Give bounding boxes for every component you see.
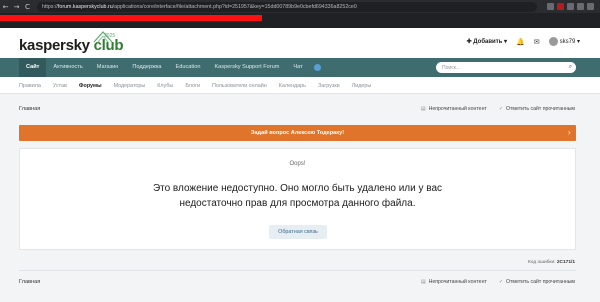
star-icon[interactable] [547,3,554,10]
user-bar: ✚ Добавить ▾ 🔔 ✉ sks79 ▾ [467,37,580,46]
avatar [548,37,558,46]
add-content-button[interactable]: ✚ Добавить ▾ [467,38,507,45]
forward-icon[interactable]: → [11,3,22,11]
footer-breadcrumb: Главная ▤ Непрочитанный контент ✓ Отметить… [19,276,575,288]
divider [19,270,576,271]
extension-icons [547,3,600,10]
contact-button[interactable]: Обратная связь [269,225,327,239]
user-menu[interactable]: sks79 ▾ [548,37,580,46]
subnav-online-users[interactable]: Пользователи онлайн [212,83,267,89]
nav-item-shop[interactable]: Магазин [90,58,126,77]
mark-read-link[interactable]: ✓ Отметить сайт прочитанным [499,106,575,112]
site-header: kaspersky club 2025 ✚ Добавить ▾ 🔔 ✉ sks… [0,28,600,58]
mail-icon[interactable]: ✉ [534,38,540,46]
subnav-clubs[interactable]: Клубы [157,83,173,89]
url-text: https://forum.kasperskyclub.ru/applicati… [42,3,357,10]
subnav-forums[interactable]: Форумы [79,83,102,89]
unread-content-link[interactable]: ▤ Непрочитанный контент [421,106,487,112]
error-code: Код ошибки: 2C171/1 [527,260,575,265]
check-icon: ✓ [498,279,504,285]
search-input[interactable]: Поиск... ⌕ [436,62,576,73]
nav-item-support[interactable]: Поддержка [125,58,168,77]
extension-icon[interactable] [567,3,574,10]
chevron-right-icon: › [567,128,571,137]
extension-icon[interactable] [577,3,584,10]
list-icon: ▤ [420,106,426,112]
url-field[interactable]: https://forum.kasperskyclub.ru/applicati… [37,1,537,12]
nav-item-support-forum[interactable]: Kaspersky Support Forum [207,58,286,77]
subnav-moderators[interactable]: Модераторы [114,83,146,89]
subnav-leaders[interactable]: Лидеры [352,83,372,89]
subnav-downloads[interactable]: Загрузки [318,83,340,89]
nav-item-chat[interactable]: Чат [286,58,309,77]
nav-item-site[interactable]: Сайт [19,58,47,77]
breadcrumb: Главная ▤ Непрочитанный контент ✓ Отметить… [19,103,575,115]
user-name: sks79 ▾ [559,39,580,46]
search-placeholder: Поиск... [442,64,461,71]
bell-icon[interactable]: 🔔 [516,38,525,46]
primary-nav: Сайт Активность Магазин Поддержка Educat… [0,58,600,77]
telegram-icon[interactable] [313,64,321,71]
unread-content-link[interactable]: ▤ Непрочитанный контент [421,279,487,285]
subnav-rules[interactable]: Правила [19,83,41,89]
reload-icon[interactable]: C [22,3,33,11]
error-panel: Oops! Это вложение недоступно. Оно могло… [19,148,576,250]
list-icon: ▤ [420,279,426,285]
mark-read-link[interactable]: ✓ Отметить сайт прочитанным [499,279,575,285]
secondary-nav: Правила Устав Форумы Модераторы Клубы Бл… [0,77,600,94]
subnav-blogs[interactable]: Блоги [185,83,200,89]
banner-text: Задай вопрос Алексею Тодераку! [250,130,345,136]
check-icon: ✓ [498,106,504,112]
extension-icon[interactable] [557,3,564,10]
promo-banner[interactable]: Задай вопрос Алексею Тодераку! › [19,125,576,141]
breadcrumb-home[interactable]: Главная [19,106,40,112]
subnav-calendar[interactable]: Календарь [279,83,306,89]
nav-item-education[interactable]: Education [169,58,208,77]
breadcrumb-home[interactable]: Главная [19,279,40,285]
error-message: Это вложение недоступно. Оно могло быть … [152,183,443,209]
subnav-charter[interactable]: Устав [53,83,67,89]
redaction-bar [0,15,262,21]
browser-address-bar: ← → C https://forum.kasperskyclub.ru/app… [0,0,600,13]
menu-icon[interactable] [587,3,594,10]
back-icon[interactable]: ← [0,3,11,11]
search-icon[interactable]: ⌕ [569,63,572,71]
logo-year: 2025 [104,33,116,39]
error-title: Oops! [289,161,306,167]
nav-item-activity[interactable]: Активность [46,58,89,77]
